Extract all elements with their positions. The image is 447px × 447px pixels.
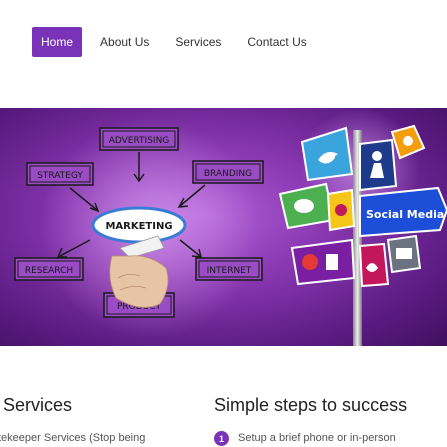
services-heading: Services (3, 395, 73, 415)
board-word-strategy: STRATEGY (26, 162, 94, 186)
svg-text:BRANDING: BRANDING (204, 169, 252, 179)
svg-text:RESEARCH: RESEARCH (25, 266, 73, 276)
services-description: tekeeper Services (Stop being (0, 432, 146, 444)
nav-contact-link[interactable]: Contact Us (234, 27, 319, 57)
person-icon (359, 138, 398, 192)
mail-icon (386, 234, 422, 274)
pinterest-icon (326, 188, 356, 232)
svg-text:STRATEGY: STRATEGY (37, 171, 83, 181)
board-word-advertising: ADVERTISING (99, 127, 179, 151)
board-word-research: RESEARCH (14, 257, 84, 281)
step-number-badge: 1 (214, 431, 229, 446)
board-word-internet: INTERNET (195, 257, 263, 281)
like-icon (358, 242, 390, 288)
svg-text:Social Media: Social Media (366, 208, 444, 221)
step-description: Setup a brief phone or in-person (238, 432, 396, 444)
main-nav: Home About Us Services Contact Us (32, 27, 320, 57)
svg-text:INTERNET: INTERNET (207, 266, 252, 276)
nav-home-link[interactable]: Home (32, 27, 83, 57)
hero-illustration: ADVERTISING STRATEGY BRANDING MARKETING … (14, 108, 447, 346)
steps-heading: Simple steps to success (214, 395, 408, 415)
svg-text:MARKETING: MARKETING (105, 221, 172, 232)
facebook-icon (290, 238, 356, 286)
nav-services-link[interactable]: Services (162, 27, 234, 57)
chat-bubble-icon (278, 182, 336, 230)
board-word-marketing: MARKETING (91, 206, 187, 244)
hero-banner: ADVERTISING STRATEGY BRANDING MARKETING … (0, 108, 447, 346)
board-word-branding: BRANDING (192, 160, 264, 184)
nav-about-link[interactable]: About Us (87, 27, 162, 57)
social-signpost: Social Media (278, 124, 447, 346)
social-media-sign: Social Media (359, 186, 447, 238)
svg-text:ADVERTISING: ADVERTISING (109, 136, 170, 146)
